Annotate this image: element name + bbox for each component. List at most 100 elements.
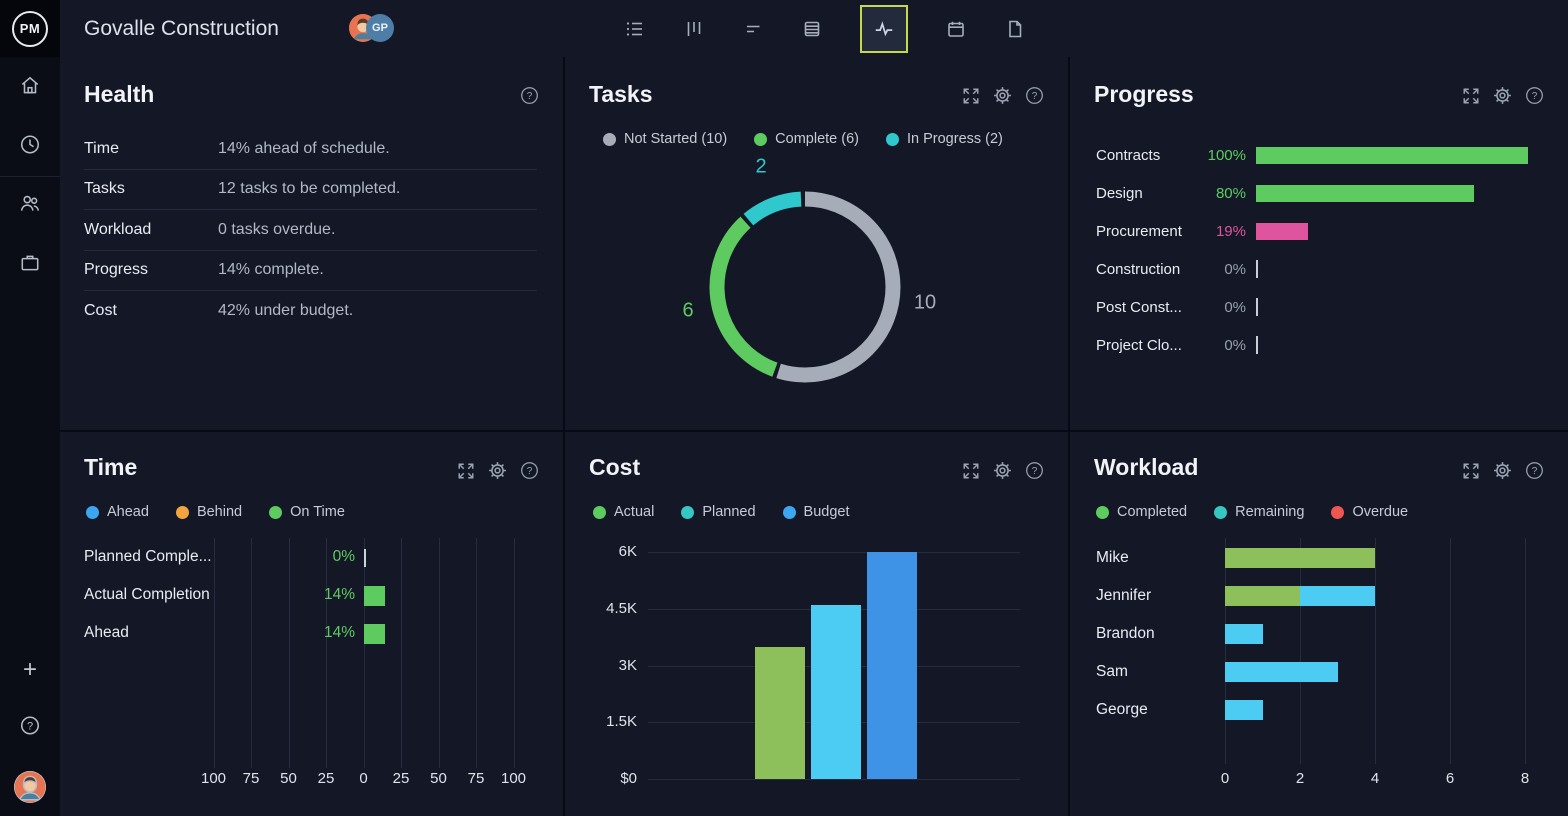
member-avatar-initials[interactable]: GP (366, 14, 394, 42)
workload-bar-completed (1225, 548, 1375, 568)
team-icon[interactable] (19, 193, 41, 220)
donut-segment-complete (709, 191, 901, 383)
cost-bar-actual (755, 646, 805, 779)
y-axis-label: $0 (620, 770, 637, 787)
donut-segment-value: 2 (755, 155, 767, 178)
time-row-percent: 14% (323, 624, 355, 641)
progress-row: Procurement 19% (1096, 212, 1543, 250)
home-icon[interactable] (19, 75, 41, 102)
x-axis-label: 100 (200, 770, 227, 787)
gear-icon[interactable] (1493, 86, 1512, 105)
gridline (213, 538, 215, 768)
zero-tick (1256, 298, 1258, 316)
panel-time: Time ? Ahead Behind On Time 100 75 50 25 0 25 50… (60, 432, 563, 816)
cost-chart: 6K 4.5K 3K 1.5K $0 (565, 432, 1068, 816)
progress-row: Contracts 100% (1096, 136, 1543, 174)
gridline (1225, 538, 1226, 764)
svg-text:?: ? (1532, 91, 1538, 102)
x-axis-label: 25 (392, 770, 410, 787)
x-axis-label: 6 (1445, 770, 1455, 787)
gridline (1525, 538, 1526, 764)
help-icon[interactable]: ? (19, 715, 41, 742)
gridline (288, 538, 290, 768)
time-row: Planned Comple... 0% (60, 547, 563, 569)
workload-row-label: Mike (1096, 549, 1129, 566)
clock-icon[interactable] (19, 134, 41, 161)
donut-segment-value: 10 (913, 291, 937, 314)
progress-row-label: Construction (1096, 260, 1181, 278)
workload-chart: 0 2 4 6 8 Mike Jennifer Brandon Sam George (1070, 432, 1568, 816)
health-row-value: 42% under budget. (218, 302, 354, 320)
health-row-label: Workload (84, 220, 152, 238)
gantt-icon[interactable] (742, 18, 764, 40)
panel-workload: Workload ? Completed Remaining Overdue 024… (1070, 432, 1568, 816)
progress-row-label: Design (1096, 184, 1143, 202)
x-axis-label: 75 (242, 770, 260, 787)
time-chart: 100 75 50 25 0 25 50 75 100 Planned Comple... 0% Ac… (60, 432, 563, 816)
time-bar (364, 624, 385, 644)
cost-bar-planned (811, 604, 861, 779)
x-axis-label: 50 (430, 770, 447, 787)
progress-row-label: Post Const... (1096, 298, 1182, 316)
project-title: Govalle Construction (84, 16, 279, 40)
progress-row-percent: 0% (1224, 260, 1246, 278)
progress-rows: Contracts 100% Design 80% Procurement 19% Cons… (1096, 136, 1543, 364)
progress-row: Construction 0% (1096, 250, 1543, 288)
svg-text:?: ? (27, 720, 33, 732)
progress-bar (1256, 184, 1474, 202)
zero-tick (1256, 336, 1258, 354)
y-axis-label: 4.5K (606, 599, 637, 617)
pm-logo-icon: PM (12, 10, 48, 47)
person-avatar-icon (14, 771, 46, 803)
time-row-label: Ahead (84, 624, 129, 641)
view-toolbar (624, 0, 1026, 57)
progress-row-percent: 80% (1215, 184, 1246, 202)
workload-bar-completed (1225, 586, 1300, 606)
health-row-label: Tasks (84, 180, 125, 198)
progress-row: Post Const... 0% (1096, 288, 1543, 326)
workload-bar-remaining (1225, 662, 1338, 682)
app-header: PM Govalle Construction GP (0, 0, 1568, 57)
x-axis-label: 4 (1370, 770, 1380, 787)
workload-row-label: Sam (1096, 663, 1128, 680)
expand-icon[interactable] (1461, 86, 1480, 105)
sheet-icon[interactable] (801, 18, 823, 40)
portfolio-icon[interactable] (19, 252, 41, 279)
time-bar (364, 586, 385, 606)
dashboard-icon[interactable] (860, 4, 908, 53)
time-row-label: Planned Comple... (84, 548, 212, 565)
progress-row-percent: 100% (1207, 146, 1246, 164)
help-icon[interactable]: ? (1525, 86, 1544, 105)
kanban-board-icon[interactable] (683, 18, 705, 40)
y-axis-label: 1.5K (606, 713, 637, 731)
panel-title: Health (84, 81, 155, 107)
health-row-value: 14% ahead of schedule. (218, 139, 390, 157)
health-row: Workload 0 tasks overdue. (84, 210, 537, 251)
gridline (438, 538, 440, 768)
app-logo[interactable]: PM (0, 0, 60, 57)
health-row-value: 14% complete. (218, 261, 324, 279)
panel-title: Progress (1094, 81, 1194, 107)
y-axis-label: 3K (618, 656, 637, 674)
task-list-icon[interactable] (624, 18, 646, 40)
x-axis-label: 8 (1520, 770, 1530, 787)
donut-segment-value: 6 (682, 299, 694, 322)
gridline (1300, 538, 1301, 764)
time-row-percent: 14% (323, 586, 355, 603)
gridline (513, 538, 515, 768)
workload-row-label: Brandon (1096, 625, 1155, 642)
help-icon[interactable]: ? (520, 86, 539, 105)
calendar-icon[interactable] (945, 18, 967, 40)
gridline (1450, 538, 1451, 764)
sidebar-divider (0, 176, 60, 177)
gridline (1375, 538, 1376, 764)
tasks-donut-chart: 10 6 2 (565, 57, 1068, 430)
gridline (363, 538, 365, 768)
gridline (251, 538, 252, 768)
workload-bar-remaining (1225, 700, 1263, 720)
user-avatar[interactable] (14, 771, 46, 803)
time-row: Ahead 14% (60, 623, 563, 645)
add-icon[interactable]: + (23, 656, 37, 684)
files-icon[interactable] (1004, 18, 1026, 40)
panel-tasks: Tasks ? Not Started (10) Complete (6) In P… (565, 57, 1068, 430)
